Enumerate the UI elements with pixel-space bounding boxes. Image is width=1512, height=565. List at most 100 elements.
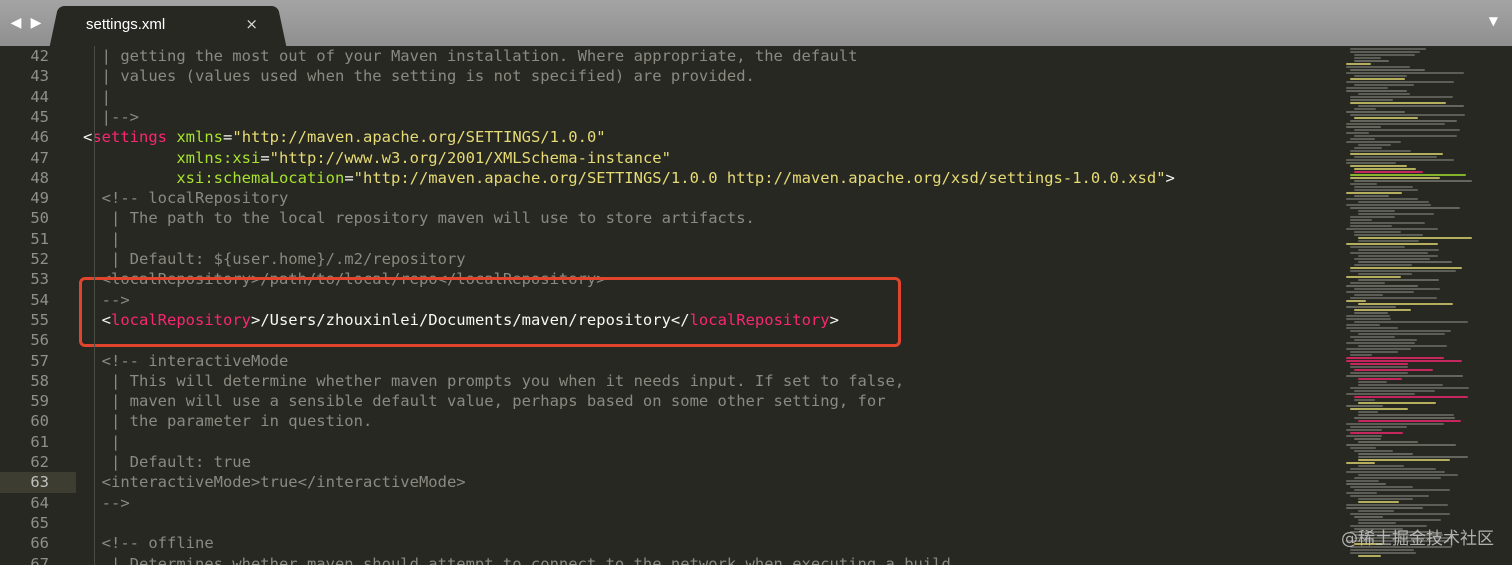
minimap-line	[1346, 87, 1388, 89]
code-line[interactable]: <!-- interactiveMode	[83, 351, 289, 371]
minimap-line	[1354, 147, 1382, 149]
minimap-line	[1354, 321, 1468, 323]
forward-arrow-icon[interactable]: ▶	[28, 12, 44, 34]
minimap-line	[1346, 198, 1418, 200]
minimap-line	[1354, 369, 1433, 371]
line-number: 65	[30, 513, 49, 532]
minimap-line	[1346, 342, 1415, 344]
minimap-line	[1350, 174, 1466, 176]
minimap-line	[1346, 126, 1381, 128]
minimap-line	[1354, 57, 1381, 59]
minimap-line	[1358, 384, 1443, 386]
minimap-line	[1358, 501, 1399, 503]
code-line[interactable]: | This will determine whether maven prom…	[83, 371, 904, 391]
line-number: 42	[30, 47, 49, 65]
code-line[interactable]: |	[83, 229, 120, 249]
code-token: |-->	[83, 107, 139, 126]
line-number: 57	[30, 351, 49, 370]
minimap-line	[1354, 117, 1418, 119]
minimap-line	[1358, 381, 1387, 383]
minimap-line	[1354, 108, 1376, 110]
minimap-line	[1350, 69, 1425, 71]
code-line[interactable]: -->	[83, 493, 130, 513]
code-token: <interactiveMode>true</interactiveMode>	[83, 473, 466, 492]
code-line[interactable]: <!-- offline	[83, 533, 214, 553]
code-token: | getting the most out of your Maven ins…	[83, 47, 858, 65]
close-icon[interactable]: ×	[245, 15, 258, 33]
minimap-line	[1350, 408, 1408, 410]
line-number: 48	[30, 168, 49, 187]
minimap-line	[1350, 513, 1450, 515]
editor-window: ◀ ▶ settings.xml × ▼ 42 43 44 45 46 47 48 49 50 5…	[0, 0, 1512, 565]
minimap-line	[1354, 60, 1389, 62]
minimap-line	[1350, 219, 1372, 221]
minimap-line	[1358, 237, 1472, 239]
code-line[interactable]: xmlns:xsi="http://www.w3.org/2001/XMLSch…	[83, 148, 671, 168]
code-token: | the parameter in question.	[83, 412, 373, 431]
code-line[interactable]: |	[83, 87, 111, 107]
code-token: |	[83, 87, 111, 106]
code-line[interactable]: | getting the most out of your Maven ins…	[83, 46, 858, 66]
line-number: 51	[30, 229, 49, 248]
minimap-line	[1358, 345, 1447, 347]
minimap-line	[1346, 162, 1396, 164]
code-line[interactable]: | values (values used when the setting i…	[83, 66, 755, 86]
minimap-line	[1346, 276, 1401, 278]
minimap-line	[1358, 93, 1410, 95]
code-token: | values (values used when the setting i…	[83, 67, 755, 86]
line-number: 46	[30, 128, 49, 147]
minimap-line	[1350, 270, 1456, 272]
minimap-line	[1358, 498, 1413, 500]
minimap-line	[1354, 234, 1423, 236]
code-line[interactable]: xsi:schemaLocation="http://maven.apache.…	[83, 168, 1175, 188]
minimap-line	[1350, 366, 1408, 368]
minimap-line	[1350, 336, 1395, 338]
minimap-line	[1354, 309, 1411, 311]
minimap-line	[1346, 306, 1396, 308]
minimap[interactable]	[1340, 46, 1512, 565]
back-arrow-icon[interactable]: ◀	[8, 12, 24, 34]
minimap-line	[1354, 129, 1460, 131]
minimap-line	[1350, 183, 1377, 185]
minimap-line	[1350, 120, 1457, 122]
minimap-line	[1346, 327, 1398, 329]
minimap-line	[1350, 267, 1462, 269]
minimap-line	[1354, 516, 1383, 518]
minimap-line	[1346, 111, 1405, 113]
line-number: 66	[30, 534, 49, 553]
minimap-line	[1354, 186, 1413, 188]
minimap-line	[1358, 378, 1402, 380]
minimap-line	[1350, 138, 1375, 140]
minimap-line	[1358, 273, 1412, 275]
minimap-line	[1350, 51, 1420, 53]
minimap-line	[1346, 471, 1445, 473]
tab-dropdown-icon[interactable]: ▼	[1489, 14, 1498, 28]
code-line[interactable]: |-->	[83, 107, 139, 127]
code-line[interactable]: | the parameter in question.	[83, 411, 372, 431]
minimap-line	[1354, 189, 1418, 191]
code-line[interactable]: |	[83, 432, 120, 452]
minimap-line	[1354, 390, 1435, 392]
code-line[interactable]: | maven will use a sensible default valu…	[83, 391, 886, 411]
code-line[interactable]: <!-- localRepository	[83, 188, 289, 208]
code-token: |	[83, 229, 121, 248]
code-line[interactable]: | Default: ${user.home}/.m2/repository	[83, 249, 466, 269]
code-token: >	[1165, 168, 1175, 187]
minimap-line	[1346, 243, 1438, 245]
minimap-line	[1346, 132, 1369, 134]
minimap-line	[1354, 477, 1441, 479]
minimap-line	[1354, 396, 1468, 398]
minimap-line	[1346, 66, 1410, 68]
minimap-line	[1346, 318, 1391, 320]
code-editor[interactable]: 42 43 44 45 46 47 48 49 50 51 52 53 54 55 56 57 58 59 60 61…	[0, 46, 1340, 565]
code-token: =	[260, 148, 270, 167]
code-line[interactable]: | Determines whether maven should attemp…	[83, 554, 960, 565]
code-line[interactable]: | The path to the local repository maven…	[83, 208, 755, 228]
code-line[interactable]: | Default: true	[83, 452, 251, 472]
code-line[interactable]: <interactiveMode>true</interactiveMode>	[83, 472, 466, 492]
tab-settings-xml[interactable]: settings.xml ×	[62, 6, 274, 46]
tab-bar: ◀ ▶ settings.xml × ▼	[0, 0, 1512, 46]
code-line[interactable]: <settings xmlns="http://maven.apache.org…	[83, 127, 606, 147]
